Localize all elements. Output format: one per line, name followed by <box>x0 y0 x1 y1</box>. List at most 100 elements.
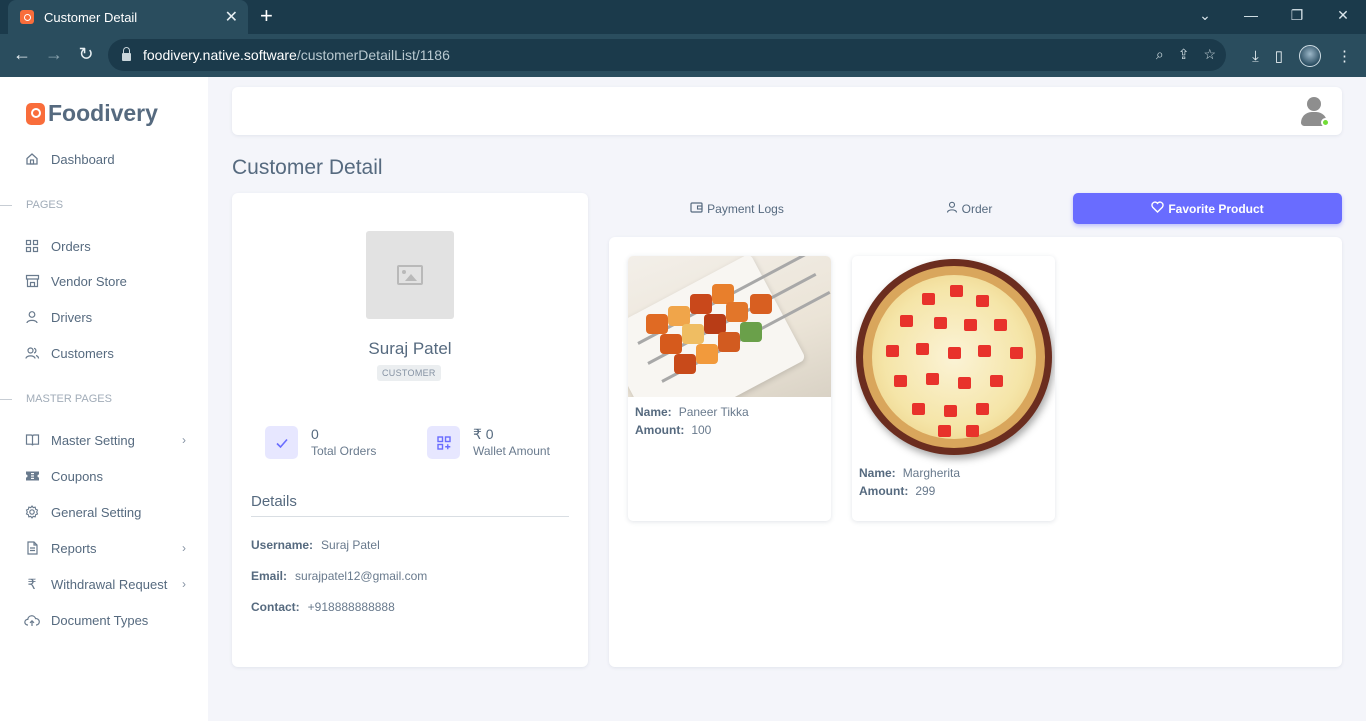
grid-add-icon <box>427 426 460 459</box>
user-icon <box>946 201 958 216</box>
reload-icon[interactable]: ↻ <box>74 44 98 65</box>
sidebar-item-drivers[interactable]: Drivers <box>24 309 186 325</box>
detail-contact: Contact: +918888888888 <box>251 600 395 614</box>
browser-toolbar: ← → ↻ foodivery.native.software/customer… <box>0 34 1366 77</box>
heart-icon <box>1151 201 1164 216</box>
sidebar-item-coupons[interactable]: Coupons <box>24 468 186 484</box>
rupee-icon: ₹ <box>27 575 37 592</box>
product-image <box>856 259 1052 455</box>
favorite-products-panel: Name: Paneer Tikka Amount: 100 Name: Mar… <box>609 237 1342 667</box>
tab-order[interactable]: Order <box>841 193 1097 224</box>
sidebar-item-master-setting[interactable]: Master Setting › <box>24 432 186 448</box>
site-favicon-icon <box>20 10 34 24</box>
browser-tab[interactable]: Customer Detail ✕ <box>8 0 248 34</box>
sidebar-item-dashboard[interactable]: Dashboard <box>24 151 186 167</box>
sidebar-item-label: Document Types <box>51 612 149 628</box>
customer-name: Suraj Patel <box>368 339 452 358</box>
product-info: Name: Paneer Tikka Amount: 100 <box>635 405 749 437</box>
profile-avatar[interactable] <box>1299 45 1321 67</box>
detail-email: Email: surajpatel12@gmail.com <box>251 569 428 583</box>
users-icon <box>24 345 40 361</box>
sidebar-item-label: General Setting <box>51 504 142 520</box>
restore-icon[interactable]: ❐ <box>1274 0 1320 30</box>
wallet-icon <box>690 201 703 216</box>
product-amount: 100 <box>691 423 712 437</box>
bookmark-star-icon[interactable]: ☆ <box>1203 46 1216 63</box>
user-avatar[interactable] <box>1300 97 1330 127</box>
side-panel-icon[interactable]: ▯ <box>1275 47 1283 65</box>
chevron-right-icon: › <box>182 433 186 447</box>
product-name: Margherita <box>902 466 961 480</box>
customer-profile-card: Suraj Patel CUSTOMER 0 Total Orders ₹ 0 … <box>232 193 588 667</box>
wallet-amount-value: ₹ 0 <box>473 426 494 442</box>
more-menu-icon[interactable]: ⋮ <box>1337 47 1352 65</box>
tab-favorite-product[interactable]: Favorite Product <box>1073 193 1342 224</box>
sidebar-item-label: Vendor Store <box>51 273 127 289</box>
back-icon[interactable]: ← <box>10 44 34 65</box>
chevron-right-icon: › <box>182 577 186 591</box>
product-amount: 299 <box>915 484 936 498</box>
sidebar-item-document-types[interactable]: Document Types <box>24 612 186 628</box>
section-master-pages: MASTER PAGES <box>0 393 112 405</box>
product-card[interactable]: Name: Margherita Amount: 299 <box>852 256 1055 521</box>
wallet-stat: ₹ 0 Wallet Amount <box>427 426 550 459</box>
page-title: Customer Detail <box>232 156 383 179</box>
cloud-upload-icon <box>24 612 40 628</box>
brand-logo[interactable]: Foodivery <box>26 100 158 127</box>
book-icon <box>24 432 40 448</box>
tab-search-icon[interactable]: ⌄ <box>1182 0 1228 30</box>
sidebar-item-withdrawal-request[interactable]: ₹ Withdrawal Request › <box>24 576 186 592</box>
download-icon[interactable]: ⤓ <box>1252 48 1259 65</box>
lock-icon[interactable] <box>122 47 131 61</box>
tab-payment-logs[interactable]: Payment Logs <box>609 193 865 224</box>
sidebar: Foodivery Dashboard PAGES Orders Vendor … <box>0 77 208 721</box>
close-window-icon[interactable]: ✕ <box>1320 0 1366 30</box>
sidebar-item-label: Customers <box>51 345 114 361</box>
section-pages: PAGES <box>0 199 63 211</box>
browser-tab-bar: Customer Detail ✕ + ⌄ — ❐ ✕ <box>0 0 1366 34</box>
share-icon[interactable]: ⇪ <box>1178 46 1190 63</box>
grid-icon <box>24 238 40 254</box>
url-text: foodivery.native.software/customerDetail… <box>143 47 450 63</box>
window-controls: ⌄ — ❐ ✕ <box>1182 0 1366 30</box>
sidebar-item-orders[interactable]: Orders <box>24 238 186 254</box>
online-status-dot <box>1321 118 1330 127</box>
forward-icon[interactable]: → <box>42 44 66 65</box>
sidebar-item-label: Withdrawal Request <box>51 576 168 592</box>
sidebar-item-label: Master Setting <box>51 432 135 448</box>
sidebar-item-general-setting[interactable]: General Setting <box>24 504 186 520</box>
top-navbar <box>232 87 1342 135</box>
address-bar[interactable]: foodivery.native.software/customerDetail… <box>108 39 1226 71</box>
total-orders-stat: 0 Total Orders <box>265 426 376 459</box>
new-tab-icon[interactable]: + <box>260 4 273 28</box>
chevron-right-icon: › <box>182 541 186 555</box>
browser-tab-title: Customer Detail <box>44 9 138 25</box>
product-name: Paneer Tikka <box>678 405 749 419</box>
sidebar-item-label: Orders <box>51 238 91 254</box>
total-orders-value: 0 <box>311 426 319 442</box>
details-heading: Details <box>251 493 297 510</box>
zoom-icon[interactable]: ⌕ <box>1156 46 1164 63</box>
product-image <box>628 256 831 397</box>
user-icon <box>24 309 40 325</box>
sidebar-item-label: Reports <box>51 540 97 556</box>
brand-name: Foodivery <box>48 100 158 126</box>
product-info: Name: Margherita Amount: 299 <box>859 466 961 498</box>
sidebar-item-customers[interactable]: Customers <box>24 345 186 361</box>
minimize-icon[interactable]: — <box>1228 0 1274 30</box>
detail-username: Username: Suraj Patel <box>251 538 380 552</box>
sidebar-item-label: Drivers <box>51 309 93 325</box>
customer-photo <box>366 231 454 319</box>
sidebar-item-label: Dashboard <box>51 151 115 167</box>
product-card[interactable]: Name: Paneer Tikka Amount: 100 <box>628 256 831 521</box>
check-icon <box>265 426 298 459</box>
sidebar-item-vendor-store[interactable]: Vendor Store <box>24 273 186 289</box>
location-pin-icon <box>26 102 45 125</box>
sidebar-item-reports[interactable]: Reports › <box>24 540 186 556</box>
home-icon <box>24 151 40 167</box>
total-orders-label: Total Orders <box>311 444 377 458</box>
role-badge: CUSTOMER <box>377 365 441 381</box>
ticket-icon <box>24 468 40 484</box>
close-tab-icon[interactable]: ✕ <box>225 7 238 27</box>
sidebar-item-label: Coupons <box>51 468 104 484</box>
